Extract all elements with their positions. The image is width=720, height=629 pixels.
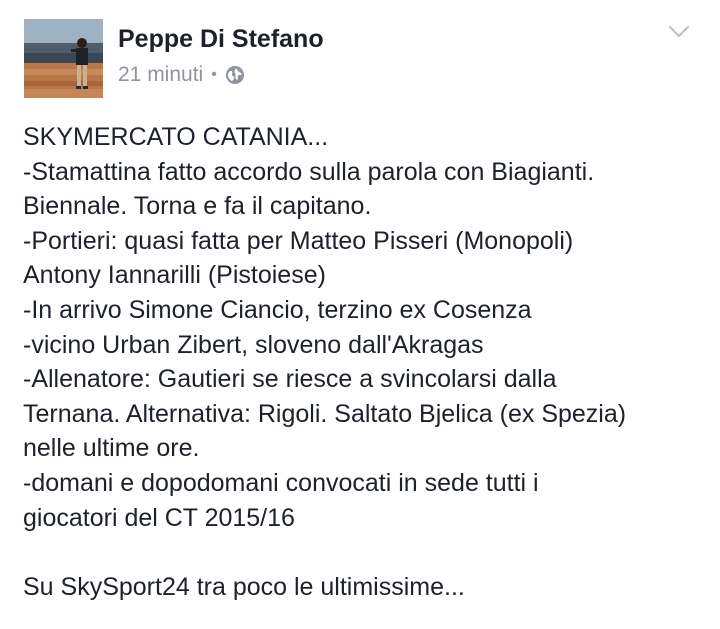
post-text-line: -domani e dopodomani convocati in sede t… xyxy=(23,468,539,497)
chevron-down-icon[interactable] xyxy=(668,25,690,39)
post-body: SKYMERCATO CATANIA... -Stamattina fatto … xyxy=(23,120,713,604)
post-text-line: SKYMERCATO CATANIA... xyxy=(23,123,329,151)
post-text-line: Ternana. Alternativa: Rigoli. Saltato Bj… xyxy=(23,399,627,428)
meta-separator: • xyxy=(211,66,217,83)
post-text-line: -Stamattina fatto accordo sulla parola c… xyxy=(23,157,595,186)
post-text-line: Su SkySport24 tra poco le ultimissime... xyxy=(23,572,465,601)
post-timestamp[interactable]: 21 minuti xyxy=(118,63,203,87)
post-text-line: giocatori del CT 2015/16 xyxy=(23,503,295,532)
post-header: Peppe Di Stefano 21 minuti • xyxy=(24,19,704,99)
post-text-line: -Allenatore: Gautieri se riesce a svinco… xyxy=(23,365,557,394)
globe-icon[interactable] xyxy=(225,65,245,85)
avatar-photo xyxy=(24,19,103,98)
post-text-line: -vicino Urban Zibert, sloveno dall'Akrag… xyxy=(23,330,484,359)
avatar[interactable] xyxy=(24,19,103,98)
post-text-line: -Portieri: quasi fatta per Matteo Pisser… xyxy=(23,226,574,255)
author-name[interactable]: Peppe Di Stefano xyxy=(118,25,324,54)
post-text-line: Antony Iannarilli (Pistoiese) xyxy=(23,261,326,290)
post-text-line: nelle ultime ore. xyxy=(23,434,200,463)
post-meta: 21 minuti • xyxy=(118,61,245,89)
post-blank-line xyxy=(23,535,713,570)
post-text-line: -In arrivo Simone Ciancio, terzino ex Co… xyxy=(23,295,532,324)
post-text-line: Biennale. Torna e fa il capitano. xyxy=(23,192,372,221)
